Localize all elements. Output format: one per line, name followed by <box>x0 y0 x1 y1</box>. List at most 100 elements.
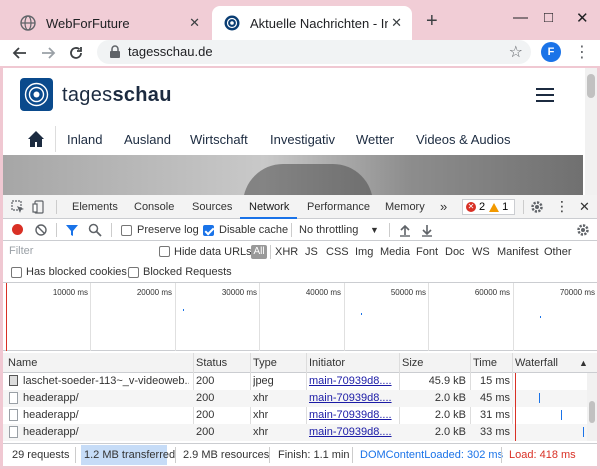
back-arrow-icon[interactable] <box>12 45 28 61</box>
table-scrollbar-thumb[interactable] <box>589 401 595 423</box>
grid-line <box>175 283 176 351</box>
devtools-tab-memory[interactable]: Memory <box>385 201 425 213</box>
column-header-initiator[interactable]: Initiator <box>309 357 345 369</box>
column-header-time[interactable]: Time <box>473 357 497 369</box>
has-blocked-cookies-label[interactable]: Has blocked cookies <box>26 266 127 278</box>
blocked-requests-checkbox[interactable] <box>128 267 139 278</box>
table-row[interactable]: headerapp/ 200 xhr main-70939d8.... 2.0 … <box>3 407 597 424</box>
devtools-close-icon[interactable]: ✕ <box>579 199 590 215</box>
reload-icon[interactable] <box>68 45 84 61</box>
import-har-icon[interactable] <box>398 223 412 237</box>
site-logo-text[interactable]: tagesschau <box>62 84 172 107</box>
request-name[interactable]: laschet-soeder-113~_v-videoweb... <box>23 375 189 387</box>
maximize-button[interactable]: □ <box>544 9 553 26</box>
hide-data-urls-label[interactable]: Hide data URLs <box>174 246 252 258</box>
filter-type-img[interactable]: Img <box>355 246 373 258</box>
filter-type-js[interactable]: JS <box>305 246 318 258</box>
filter-type-font[interactable]: Font <box>416 246 438 258</box>
throttling-dropdown-icon[interactable]: ▼ <box>370 225 379 235</box>
search-icon[interactable] <box>88 223 102 237</box>
lock-icon[interactable] <box>109 45 121 59</box>
bookmark-star-icon[interactable]: ☆ <box>509 42 523 62</box>
devtools-tab-elements[interactable]: Elements <box>72 201 118 213</box>
inspect-element-icon[interactable] <box>11 200 25 214</box>
close-window-button[interactable]: ✕ <box>576 9 589 27</box>
nav-item-videos-audios[interactable]: Videos & Audios <box>416 132 510 147</box>
devtools-tab-performance[interactable]: Performance <box>307 201 370 213</box>
more-tabs-chevron-icon[interactable]: » <box>440 199 447 214</box>
profile-avatar[interactable]: F <box>541 42 561 62</box>
column-header-status[interactable]: Status <box>196 357 227 369</box>
network-summary-bar: 29 requests 1.2 MB transferred 2.9 MB re… <box>3 443 597 465</box>
column-header-size[interactable]: Size <box>402 357 423 369</box>
devtools-tab-console[interactable]: Console <box>134 201 174 213</box>
filter-type-manifest[interactable]: Manifest <box>497 246 539 258</box>
request-name[interactable]: headerapp/ <box>23 426 189 438</box>
device-toolbar-icon[interactable] <box>32 200 46 214</box>
tagesschau-logo-icon[interactable] <box>20 78 53 111</box>
filter-type-xhr[interactable]: XHR <box>275 246 298 258</box>
page-scrollbar-thumb[interactable] <box>587 74 595 98</box>
minimize-button[interactable]: — <box>513 9 528 26</box>
tab-close-icon[interactable]: ✕ <box>189 15 200 31</box>
forward-arrow-icon[interactable] <box>40 45 56 61</box>
request-initiator-link[interactable]: main-70939d8.... <box>309 426 397 438</box>
nav-item-wirtschaft[interactable]: Wirtschaft <box>190 132 248 147</box>
document-icon <box>9 409 18 421</box>
column-header-name[interactable]: Name <box>8 357 37 369</box>
settings-gear-icon[interactable] <box>530 200 544 214</box>
preserve-log-label[interactable]: Preserve log <box>137 224 199 236</box>
browser-tab-tagesschau[interactable]: Aktuelle Nachrichten - Inl ✕ <box>212 6 412 40</box>
devtools-menu-dots-icon[interactable]: ⋮ <box>555 198 569 215</box>
nav-item-wetter[interactable]: Wetter <box>356 132 394 147</box>
network-overview-timeline[interactable]: 10000 ms 20000 ms 30000 ms 40000 ms 5000… <box>3 283 597 351</box>
web-page: tagesschau Inland Ausland Wirtschaft Inv… <box>3 68 597 195</box>
filter-input[interactable]: Filter <box>7 244 145 260</box>
request-initiator-link[interactable]: main-70939d8.... <box>309 375 397 387</box>
url-text[interactable]: tagesschau.de <box>128 44 213 59</box>
export-har-icon[interactable] <box>420 223 434 237</box>
devtools-tab-network[interactable]: Network <box>249 201 289 213</box>
request-name[interactable]: headerapp/ <box>23 392 189 404</box>
menu-dots-icon[interactable]: ⋮ <box>574 42 590 62</box>
request-initiator-link[interactable]: main-70939d8.... <box>309 392 397 404</box>
filter-type-css[interactable]: CSS <box>326 246 349 258</box>
load-time: Load: 418 ms <box>509 449 576 461</box>
filter-type-media[interactable]: Media <box>380 246 410 258</box>
nav-item-investigativ[interactable]: Investigativ <box>270 132 335 147</box>
issues-counter[interactable]: ✕ 2 1 <box>462 199 515 215</box>
filter-type-ws[interactable]: WS <box>472 246 490 258</box>
filter-type-doc[interactable]: Doc <box>445 246 465 258</box>
browser-tab-webforfuture[interactable]: WebForFuture ✕ <box>10 6 210 40</box>
record-button[interactable] <box>12 224 23 235</box>
nav-item-inland[interactable]: Inland <box>67 132 102 147</box>
filter-type-other[interactable]: Other <box>544 246 572 258</box>
column-header-type[interactable]: Type <box>253 357 277 369</box>
filter-funnel-icon[interactable] <box>65 223 79 237</box>
disable-cache-label[interactable]: Disable cache <box>219 224 288 236</box>
request-initiator-link[interactable]: main-70939d8.... <box>309 409 397 421</box>
tab-close-icon[interactable]: ✕ <box>391 15 402 31</box>
column-header-waterfall[interactable]: Waterfall <box>515 357 558 369</box>
hide-data-urls-checkbox[interactable] <box>159 246 170 257</box>
home-icon[interactable] <box>27 130 45 148</box>
throttling-select[interactable]: No throttling <box>299 224 358 236</box>
has-blocked-cookies-checkbox[interactable] <box>11 267 22 278</box>
table-row[interactable]: headerapp/ 200 xhr main-70939d8.... 2.0 … <box>3 424 597 441</box>
address-bar[interactable]: tagesschau.de ☆ <box>97 40 531 64</box>
table-row[interactable]: laschet-soeder-113~_v-videoweb... 200 jp… <box>3 373 597 390</box>
request-mark <box>361 313 362 315</box>
new-tab-button[interactable]: + <box>426 11 438 31</box>
request-name[interactable]: headerapp/ <box>23 409 189 421</box>
sort-ascending-icon[interactable]: ▲ <box>579 358 588 368</box>
filter-type-all[interactable]: All <box>251 245 267 259</box>
network-settings-gear-icon[interactable] <box>576 223 590 237</box>
hamburger-menu-icon[interactable] <box>536 88 554 106</box>
blocked-requests-label[interactable]: Blocked Requests <box>143 266 232 278</box>
preserve-log-checkbox[interactable] <box>121 225 132 236</box>
table-row[interactable]: headerapp/ 200 xhr main-70939d8.... 2.0 … <box>3 390 597 407</box>
nav-item-ausland[interactable]: Ausland <box>124 132 171 147</box>
disable-cache-checkbox[interactable] <box>203 225 214 236</box>
clear-icon[interactable] <box>34 223 48 237</box>
devtools-tab-sources[interactable]: Sources <box>192 201 232 213</box>
